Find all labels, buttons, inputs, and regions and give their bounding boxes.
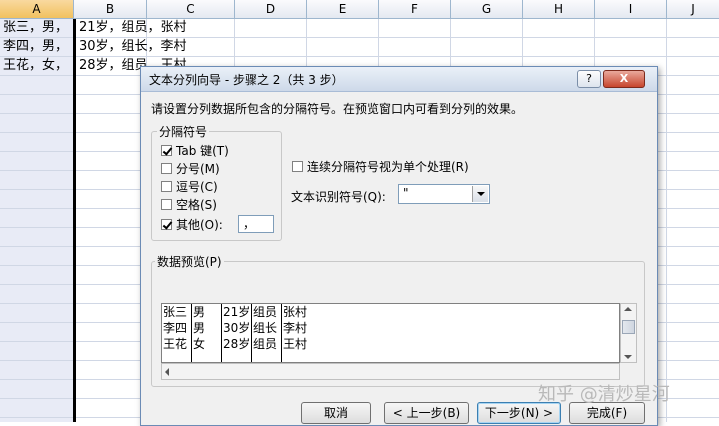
tab-checkbox-row[interactable]: Tab 键(T) [161, 142, 229, 158]
cancel-button[interactable]: 取消 [301, 402, 371, 424]
column-header-j[interactable]: J [667, 0, 719, 18]
space-checkbox-row[interactable]: 空格(S) [161, 196, 217, 212]
comma-checkbox[interactable] [161, 180, 172, 192]
text-qualifier-label: 文本识别符号(Q): [291, 190, 386, 204]
consecutive-checkbox-row[interactable]: 连续分隔符号视为单个处理(R) [292, 158, 469, 174]
consecutive-checkbox[interactable] [292, 160, 303, 172]
preview-label: 数据预览(P) [155, 253, 224, 270]
other-delimiter-input[interactable]: ， [238, 215, 274, 233]
text-to-columns-dialog: 文本分列向导 - 步骤之 2（共 3 步） ? X 请设置分列数据所包含的分隔符… [140, 66, 658, 426]
close-button[interactable]: X [603, 70, 645, 88]
cell-a3[interactable]: 王花，女， [3, 57, 68, 75]
grid-line [666, 19, 667, 422]
preview-cell: 张三 [163, 305, 188, 319]
scroll-up-icon[interactable] [624, 307, 632, 311]
preview-cell: 30岁 [223, 321, 251, 335]
back-button[interactable]: < 上一步(B) [384, 402, 469, 424]
other-checkbox[interactable] [161, 218, 172, 230]
text-qualifier-value: " [403, 186, 409, 200]
preview-horizontal-scrollbar[interactable] [161, 363, 620, 380]
tab-checkbox-label: Tab 键(T) [176, 143, 229, 158]
preview-cell: 男 [193, 321, 206, 335]
space-checkbox[interactable] [161, 198, 172, 210]
scroll-down-icon[interactable] [624, 355, 632, 359]
comma-checkbox-row[interactable]: 逗号(C) [161, 178, 218, 194]
preview-vertical-scrollbar[interactable] [620, 303, 637, 363]
data-preview[interactable]: 张三 男 21岁 组员 张村 李四 男 30岁 组长 李村 王花 女 28岁 组… [161, 303, 620, 363]
column-header-row: A B C D E F G H I J [0, 0, 719, 19]
consecutive-checkbox-label: 连续分隔符号视为单个处理(R) [307, 159, 469, 174]
preview-cell: 21岁 [223, 305, 251, 319]
other-checkbox-label: 其他(O): [176, 217, 223, 232]
column-a-right-border [73, 19, 76, 422]
watermark-text: 知乎 @清炒星河 [538, 384, 670, 405]
column-header-h[interactable]: H [523, 0, 595, 18]
dialog-title: 文本分列向导 - 步骤之 2（共 3 步） [149, 73, 344, 87]
space-checkbox-label: 空格(S) [176, 197, 217, 212]
column-header-c[interactable]: C [147, 0, 235, 18]
semicolon-checkbox-label: 分号(M) [176, 161, 220, 176]
scroll-left-icon[interactable] [165, 368, 169, 376]
column-header-d[interactable]: D [235, 0, 307, 18]
preview-cell: 李四 [163, 321, 188, 335]
column-header-i[interactable]: I [595, 0, 667, 18]
preview-cell: 王花 [163, 337, 188, 351]
instruction-text: 请设置分列数据所包含的分隔符号。在预览窗口内可看到分列的效果。 [151, 102, 524, 116]
cell-b1[interactable]: 21岁，组员，张村 [79, 19, 187, 37]
preview-cell: 张村 [283, 305, 308, 319]
scroll-thumb[interactable] [622, 320, 635, 334]
semicolon-checkbox[interactable] [161, 162, 172, 174]
column-header-e[interactable]: E [307, 0, 379, 18]
cell-a1[interactable]: 张三，男， [3, 19, 68, 37]
preview-cell: 李村 [283, 321, 308, 335]
other-checkbox-row[interactable]: 其他(O): [161, 216, 223, 232]
semicolon-checkbox-row[interactable]: 分号(M) [161, 160, 220, 176]
preview-column-separator [221, 304, 222, 362]
comma-checkbox-label: 逗号(C) [176, 179, 218, 194]
tab-checkbox[interactable] [161, 144, 172, 156]
delimiters-group-title: 分隔符号 [157, 123, 210, 140]
column-header-f[interactable]: F [379, 0, 451, 18]
preview-cell: 女 [193, 337, 206, 351]
column-header-g[interactable]: G [451, 0, 523, 18]
preview-column-separator [191, 304, 192, 362]
preview-cell: 组员 [253, 337, 278, 351]
preview-cell: 组长 [253, 321, 278, 335]
cell-b2[interactable]: 30岁，组长，李村 [79, 38, 187, 56]
preview-column-separator [251, 304, 252, 362]
help-button[interactable]: ? [577, 70, 601, 88]
preview-cell: 王村 [283, 337, 308, 351]
preview-cell: 组员 [253, 305, 278, 319]
preview-cell: 28岁 [223, 337, 251, 351]
preview-cell: 男 [193, 305, 206, 319]
chevron-down-icon[interactable] [472, 186, 488, 202]
column-header-b[interactable]: B [74, 0, 147, 18]
cell-a2[interactable]: 李四，男， [3, 38, 68, 56]
column-header-a[interactable]: A [0, 0, 74, 18]
preview-column-separator [281, 304, 282, 362]
dialog-title-bar[interactable]: 文本分列向导 - 步骤之 2（共 3 步） ? X [141, 67, 657, 92]
text-qualifier-select[interactable]: " [398, 184, 490, 204]
